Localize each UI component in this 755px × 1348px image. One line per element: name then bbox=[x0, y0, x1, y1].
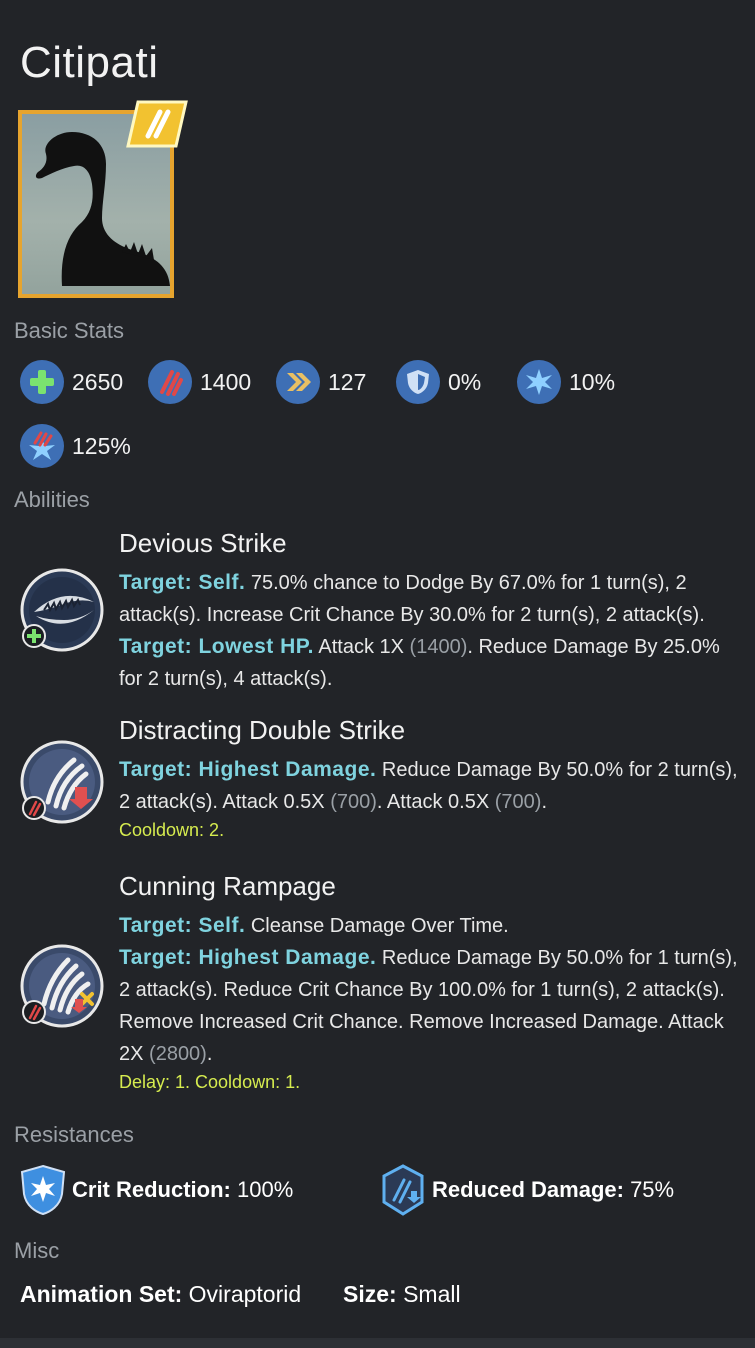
ability-damage-value: (1400) bbox=[409, 636, 468, 658]
damage-value: 1400 bbox=[200, 368, 252, 395]
health-icon bbox=[20, 360, 64, 404]
misc-label: Size: bbox=[343, 1281, 397, 1307]
page-title: Citipati bbox=[20, 38, 159, 87]
ability-effect-text: Cleanse Damage Over Time. bbox=[245, 915, 509, 937]
ability-effect-text: . bbox=[541, 791, 548, 813]
misc-value: Oviraptorid bbox=[182, 1281, 302, 1307]
resistance-crit-reduction: Crit Reduction: 100% bbox=[20, 1164, 293, 1216]
section-resistances: Resistances bbox=[14, 1122, 134, 1147]
ability-damage-value: (700) bbox=[494, 791, 542, 813]
damage-icon bbox=[148, 360, 192, 404]
ability-effect-text: Attack 1X bbox=[313, 636, 410, 658]
bottom-bar bbox=[0, 1338, 755, 1348]
stat-crit-chance: 10% bbox=[517, 360, 615, 404]
rarity-badge-icon bbox=[126, 100, 188, 148]
crit-reduction-icon bbox=[20, 1164, 66, 1216]
section-misc: Misc bbox=[14, 1238, 60, 1263]
armor-icon bbox=[396, 360, 440, 404]
ability-effect-line: Target: Lowest HP. Attack 1X (1400). Red… bbox=[119, 631, 744, 695]
resistance-value: 100% bbox=[230, 1177, 294, 1202]
ability-damage-value: (2800) bbox=[149, 1043, 207, 1065]
ability-name: Distracting Double Strike bbox=[119, 715, 406, 745]
speed-value: 127 bbox=[328, 368, 367, 395]
ability-effect-text: . Attack 0.5X bbox=[376, 791, 495, 813]
crit-multiplier-icon bbox=[20, 424, 64, 468]
claw-icon[interactable] bbox=[20, 740, 104, 824]
misc-size: Size: Small bbox=[343, 1281, 461, 1308]
ability-effect-line: Target: Self. 75.0% chance to Dodge By 6… bbox=[119, 567, 744, 631]
ability-effect-line: Target: Highest Damage. Reduce Damage By… bbox=[119, 942, 744, 1070]
health-value: 2650 bbox=[72, 368, 124, 395]
ability-name: Cunning Rampage bbox=[119, 871, 336, 901]
crit-chance-value: 10% bbox=[569, 368, 616, 395]
resistance-reduced-damage: Reduced Damage: 75% bbox=[380, 1164, 674, 1216]
stat-health: 2650 bbox=[20, 360, 123, 404]
ability-effect-text: . bbox=[206, 1043, 213, 1065]
section-basic-stats: Basic Stats bbox=[14, 318, 125, 343]
speed-icon bbox=[276, 360, 320, 404]
armor-value: 0% bbox=[448, 368, 482, 395]
stat-damage: 1400 bbox=[148, 360, 251, 404]
misc-label: Animation Set: bbox=[20, 1281, 183, 1307]
resistance-value: 75% bbox=[623, 1177, 675, 1202]
ability-target: Target: Highest Damage. bbox=[119, 758, 377, 781]
misc-animation-set: Animation Set: Oviraptorid bbox=[20, 1281, 301, 1308]
resistance-label: Crit Reduction: bbox=[72, 1177, 231, 1202]
ability-distracting-double-strike: Distracting Double Strike Target: Highes… bbox=[119, 715, 744, 841]
reduced-damage-icon bbox=[382, 1164, 424, 1216]
ability-effect-line: Target: Highest Damage. Reduce Damage By… bbox=[119, 754, 744, 818]
crit-multiplier-value: 125% bbox=[72, 432, 131, 459]
creature-portrait bbox=[18, 100, 188, 298]
resistance-label: Reduced Damage: bbox=[432, 1177, 624, 1202]
ability-target: Target: Self. bbox=[119, 914, 246, 937]
section-abilities: Abilities bbox=[14, 487, 90, 512]
ability-cooldown: Cooldown: 2. bbox=[119, 820, 225, 840]
stat-speed: 127 bbox=[276, 360, 366, 404]
ability-damage-value: (700) bbox=[330, 791, 377, 813]
ability-target: Target: Lowest HP. bbox=[119, 635, 314, 658]
jaws-icon[interactable] bbox=[20, 568, 104, 652]
ability-target: Target: Self. bbox=[119, 571, 246, 594]
ability-cooldown: Delay: 1. Cooldown: 1. bbox=[119, 1072, 301, 1092]
stat-crit-multiplier: 125% bbox=[20, 424, 131, 468]
ability-name: Devious Strike bbox=[119, 528, 287, 558]
ability-cunning-rampage: Cunning Rampage Target: Self. Cleanse Da… bbox=[119, 871, 744, 1093]
misc-value: Small bbox=[396, 1281, 461, 1307]
claw-icon[interactable] bbox=[20, 944, 104, 1028]
crit-chance-icon bbox=[517, 360, 561, 404]
creature-page: Citipati Basic Stats 2650 1400 127 0% 10… bbox=[0, 0, 755, 1348]
ability-effect-line: Target: Self. Cleanse Damage Over Time. bbox=[119, 910, 744, 942]
ability-devious-strike: Devious Strike Target: Self. 75.0% chanc… bbox=[119, 528, 744, 695]
ability-target: Target: Highest Damage. bbox=[119, 946, 377, 969]
stat-armor: 0% bbox=[396, 360, 481, 404]
